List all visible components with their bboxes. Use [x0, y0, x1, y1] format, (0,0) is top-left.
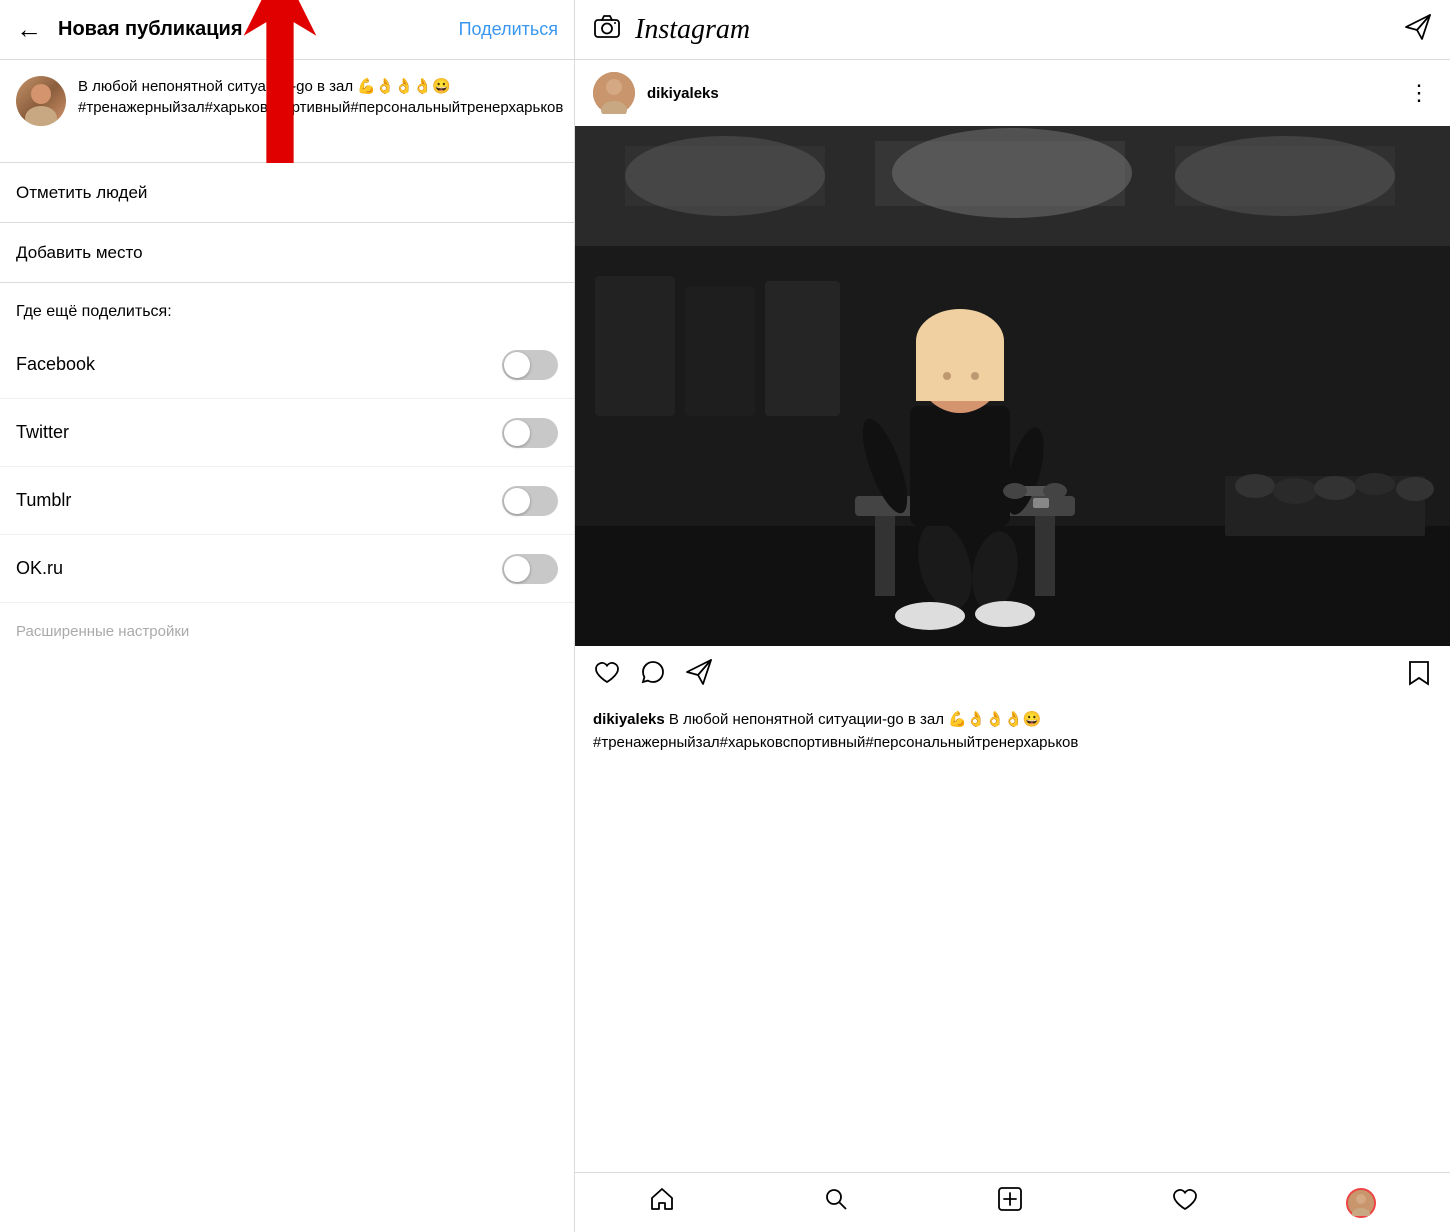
- tag-people-label: Отметить людей: [16, 183, 147, 203]
- comment-icon[interactable]: [639, 658, 667, 693]
- add-location-item[interactable]: Добавить место: [0, 223, 574, 283]
- toggle-knob: [504, 352, 530, 378]
- camera-icon[interactable]: [593, 13, 621, 46]
- toggle-knob: [504, 556, 530, 582]
- post-header: dikiyaleks ⋮: [575, 60, 1450, 126]
- tumblr-label: Tumblr: [16, 490, 71, 511]
- right-panel: Instagram dikiyaleks ⋮: [575, 0, 1450, 1232]
- share-button[interactable]: Поделиться: [459, 19, 558, 40]
- profile-avatar[interactable]: [1346, 1188, 1376, 1218]
- post-actions: [575, 646, 1450, 705]
- instagram-logo: Instagram: [635, 14, 1404, 46]
- share-icon[interactable]: [685, 658, 713, 693]
- toggle-knob: [504, 488, 530, 514]
- activity-icon[interactable]: [1172, 1186, 1198, 1219]
- facebook-label: Facebook: [16, 354, 95, 375]
- post-image: [575, 126, 1450, 646]
- avatar-image: [16, 76, 66, 126]
- twitter-label: Twitter: [16, 422, 69, 443]
- okru-toggle-row: OK.ru: [0, 535, 574, 603]
- post-username[interactable]: dikiyaleks: [647, 85, 1408, 102]
- okru-toggle[interactable]: [502, 554, 558, 584]
- direct-message-icon[interactable]: [1404, 13, 1432, 46]
- toggle-knob: [504, 420, 530, 446]
- twitter-toggle[interactable]: [502, 418, 558, 448]
- gym-photo: [575, 126, 1450, 646]
- twitter-toggle-row: Twitter: [0, 399, 574, 467]
- search-icon[interactable]: [823, 1186, 849, 1219]
- tag-people-item[interactable]: Отметить людей: [0, 163, 574, 223]
- tumblr-toggle[interactable]: [502, 486, 558, 516]
- add-location-label: Добавить место: [16, 243, 143, 263]
- facebook-toggle-row: Facebook: [0, 331, 574, 399]
- back-button[interactable]: ←: [16, 14, 42, 45]
- post-caption-text: В любой непонятной ситуации-go в зал 💪👌👌…: [78, 76, 563, 118]
- facebook-toggle[interactable]: [502, 350, 558, 380]
- post-user-avatar[interactable]: [593, 72, 635, 114]
- post-caption: dikiyaleks В любой непонятной ситуации-g…: [575, 705, 1450, 766]
- share-section-title: Где ещё поделиться:: [0, 283, 574, 331]
- red-arrow-icon: [240, 0, 320, 163]
- tumblr-toggle-row: Tumblr: [0, 467, 574, 535]
- caption-body: В любой непонятной ситуации-go в зал 💪👌👌…: [593, 711, 1078, 751]
- okru-label: OK.ru: [16, 558, 63, 579]
- avatar: [16, 76, 66, 126]
- caption-username[interactable]: dikiyaleks: [593, 711, 665, 728]
- left-panel: ← Новая публикация Поделиться В любой не…: [0, 0, 575, 1232]
- like-icon[interactable]: [593, 658, 621, 693]
- home-icon[interactable]: [649, 1186, 675, 1219]
- advanced-settings-link[interactable]: Расширенные настройки: [0, 603, 574, 660]
- add-post-icon[interactable]: [997, 1186, 1023, 1219]
- instagram-header: Instagram: [575, 0, 1450, 60]
- bookmark-icon[interactable]: [1406, 658, 1432, 693]
- bottom-navigation: [575, 1172, 1450, 1232]
- more-options-icon[interactable]: ⋮: [1408, 80, 1432, 106]
